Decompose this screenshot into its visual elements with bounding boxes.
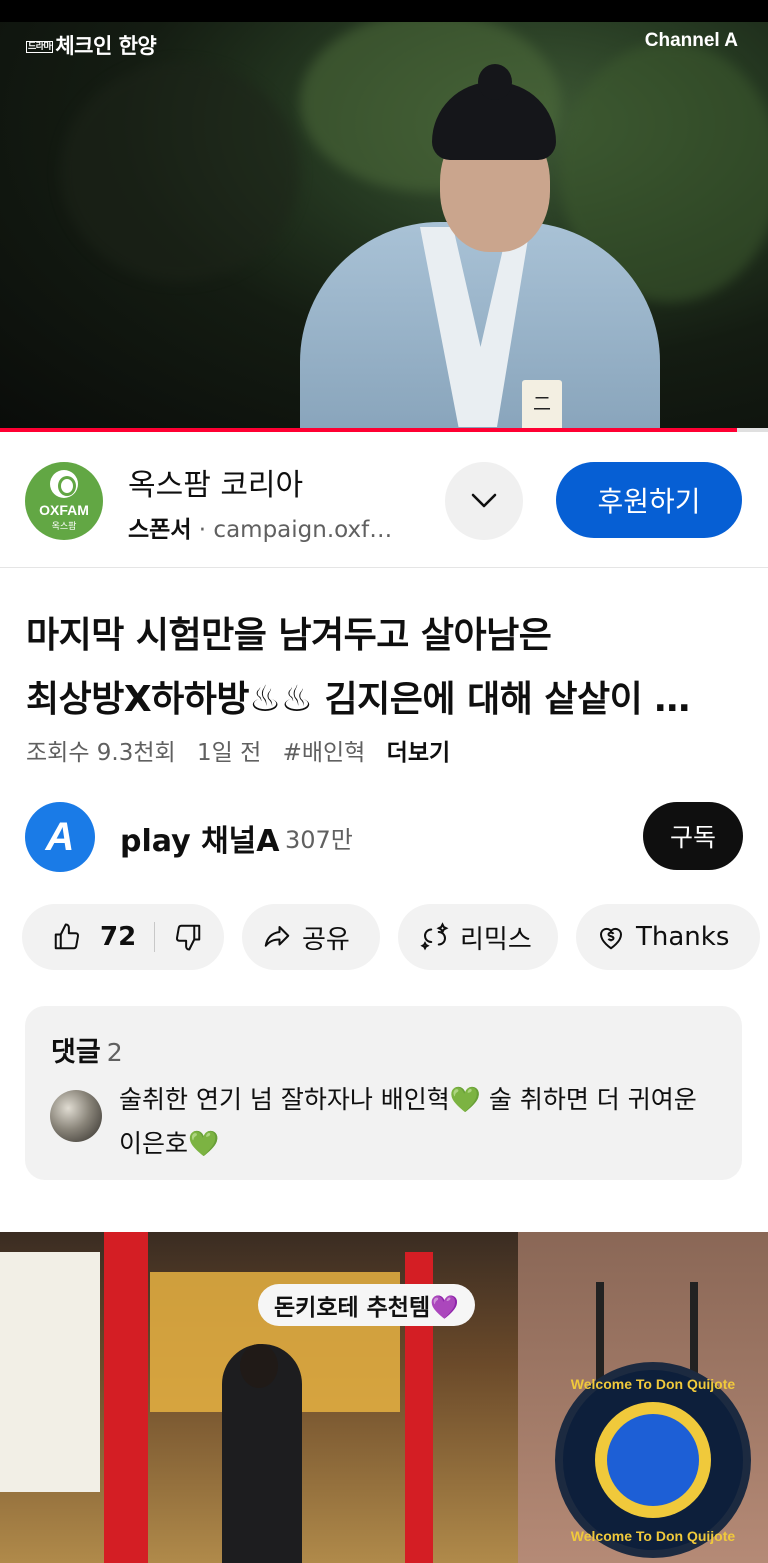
nametag: 二 xyxy=(522,380,562,430)
advertiser-logo-word: OXFAM xyxy=(39,502,89,518)
share-arrow-icon xyxy=(262,922,292,952)
video-title[interactable]: 마지막 시험만을 남겨두고 살아남은 최상방X하하방♨♨ 김지은에 대해 샅샅이… xyxy=(26,604,756,732)
ad-subline: 스폰서 · campaign.oxf… xyxy=(128,510,392,544)
ad-separator: · xyxy=(198,517,207,543)
video-title-line1: 마지막 시험만을 남겨두고 살아남은 xyxy=(26,615,552,656)
share-button[interactable]: 공유 xyxy=(242,904,380,970)
sign-bracket xyxy=(690,1282,698,1382)
video-title-line2: 최상방X하하방♨♨ 김지은에 대해 샅샅이 … xyxy=(26,679,690,720)
advertiser-logo-sub: 옥스팜 xyxy=(51,522,77,532)
top-comment-part1: 술취한 연기 넘 잘하자나 배인혁 xyxy=(119,1085,450,1114)
like-dislike-group: 72 xyxy=(22,904,224,970)
actor-topknot xyxy=(478,64,512,100)
view-count: 조회수 9.3천회 xyxy=(26,740,176,766)
channel-name[interactable]: play 채널A xyxy=(120,816,280,860)
channel-logo: Channel A xyxy=(644,30,738,51)
penguin-mascot-icon xyxy=(607,1414,699,1506)
shopper-head xyxy=(240,1344,278,1388)
thanks-button[interactable]: Thanks xyxy=(576,904,760,970)
like-count[interactable]: 72 xyxy=(100,922,136,952)
commenter-avatar xyxy=(50,1090,102,1142)
sign-text-bottom: Welcome To Don Quijote xyxy=(570,1528,736,1544)
comments-header: 댓글 2 xyxy=(51,1030,123,1069)
subscriber-count: 307만 xyxy=(285,826,353,854)
donate-button[interactable]: 후원하기 xyxy=(556,462,742,538)
status-bar xyxy=(0,0,768,22)
thumbs-up-icon[interactable] xyxy=(52,922,82,952)
don-quijote-sign: Welcome To Don Quijote Welcome To Don Qu… xyxy=(555,1362,751,1558)
channel-avatar[interactable]: A xyxy=(25,802,95,872)
remix-button[interactable]: 리믹스 xyxy=(398,904,558,970)
share-label: 공유 xyxy=(302,924,350,955)
ad-url: campaign.oxf… xyxy=(213,517,393,543)
subscribe-button[interactable]: 구독 xyxy=(643,802,743,870)
remix-icon xyxy=(420,922,450,952)
thumbs-down-icon[interactable] xyxy=(173,922,203,952)
sign-bracket xyxy=(596,1282,604,1382)
thumbnail-caption: 돈키호테 추천템💜 xyxy=(258,1284,475,1326)
store-sign-red xyxy=(104,1232,148,1563)
advertiser-logo: OXFAM 옥스팜 xyxy=(25,462,103,540)
video-meta[interactable]: 조회수 9.3천회 1일 전 #배인혁 더보기 xyxy=(26,733,464,767)
chevron-down-icon xyxy=(471,493,497,508)
foliage-shape xyxy=(60,62,300,282)
hashtag-link[interactable]: #배인혁 xyxy=(283,740,366,766)
thanks-label: Thanks xyxy=(636,922,730,952)
expand-ad-button[interactable] xyxy=(445,462,523,540)
sponsor-label: 스폰서 xyxy=(128,517,192,543)
comments-count: 2 xyxy=(106,1038,123,1067)
like-divider xyxy=(154,922,156,952)
advertiser-name: 옥스팜 코리아 xyxy=(128,468,304,503)
sponsored-ad-card[interactable]: OXFAM 옥스팜 옥스팜 코리아 스폰서 · campaign.oxf… 후원… xyxy=(0,432,768,568)
green-heart-emoji: 💚 xyxy=(188,1129,220,1158)
more-link[interactable]: 더보기 xyxy=(387,740,450,766)
show-title-text: 체크인 한양 xyxy=(55,34,157,58)
comments-panel[interactable]: 댓글 2 술취한 연기 넘 잘하자나 배인혁💚 술 취하면 더 귀여운 이은호💚 xyxy=(25,1006,742,1180)
video-player[interactable]: 二 드라마 체크인 한양 Channel A xyxy=(0,22,768,430)
oxfam-symbol-icon xyxy=(50,470,78,498)
comments-title: 댓글 xyxy=(51,1037,101,1068)
green-heart-emoji: 💚 xyxy=(449,1085,481,1114)
sign-text-top: Welcome To Don Quijote xyxy=(570,1376,736,1392)
heart-dollar-icon xyxy=(596,922,626,952)
store-sign-left xyxy=(0,1252,100,1492)
show-title: 드라마 체크인 한양 xyxy=(26,30,157,60)
upload-age: 1일 전 xyxy=(197,740,262,766)
top-comment-text: 술취한 연기 넘 잘하자나 배인혁💚 술 취하면 더 귀여운 이은호💚 xyxy=(119,1078,719,1166)
remix-label: 리믹스 xyxy=(460,924,532,955)
next-video-thumbnail[interactable]: Welcome To Don Quijote Welcome To Don Qu… xyxy=(0,1232,768,1563)
show-title-mini: 드라마 xyxy=(26,41,54,53)
